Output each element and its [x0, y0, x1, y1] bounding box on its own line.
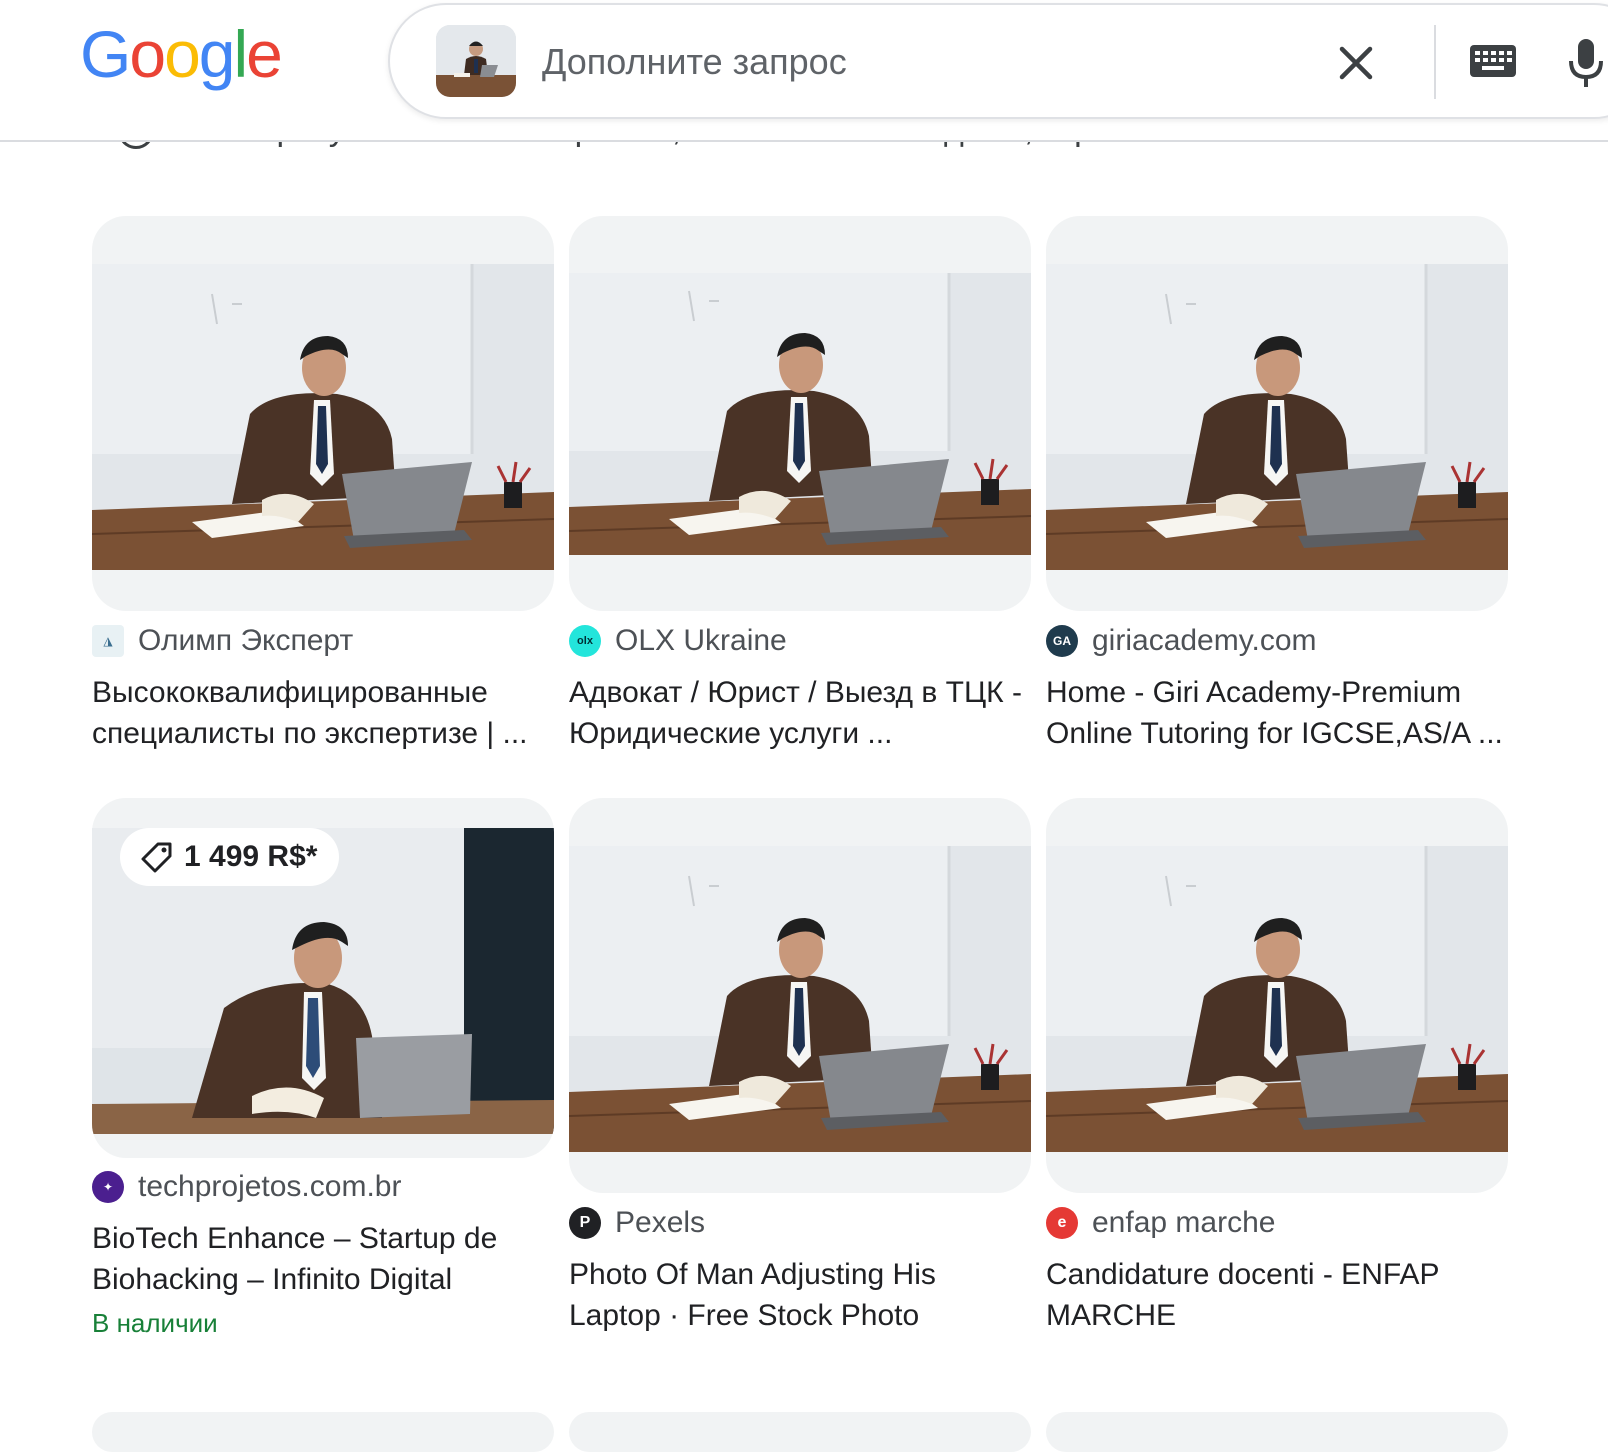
result-title[interactable]: Адвокат / Юрист / Выезд в ТЦК - Юридичес… — [569, 672, 1031, 754]
source-name: Pexels — [615, 1206, 706, 1239]
search-bar[interactable] — [388, 3, 1608, 119]
result-image[interactable] — [1046, 216, 1508, 611]
enfap-logo-icon: e — [1046, 1207, 1078, 1239]
result-card-partial — [92, 1412, 554, 1452]
result-source[interactable]: e enfap marche — [1046, 1206, 1275, 1240]
logo-letter: l — [233, 17, 249, 91]
result-image[interactable] — [569, 798, 1031, 1193]
result-image[interactable]: 1 499 R$* — [92, 798, 554, 1158]
price-tag-icon — [141, 842, 172, 873]
google-logo[interactable]: Google — [80, 14, 283, 94]
result-title[interactable]: BioTech Enhance – Startup de Biohacking … — [92, 1218, 554, 1300]
keyboard-icon[interactable] — [1468, 41, 1518, 81]
result-source[interactable]: ◮ Олимп Эксперт — [92, 624, 353, 658]
logo-letter: e — [246, 17, 283, 91]
logo-letter: g — [198, 17, 236, 91]
result-photo — [569, 846, 1031, 1152]
search-input[interactable] — [540, 37, 1304, 87]
result-image[interactable] — [1046, 798, 1508, 1193]
giri-academy-logo-icon: GA — [1046, 625, 1078, 657]
result-title[interactable]: Home - Giri Academy-Premium Online Tutor… — [1046, 672, 1508, 754]
result-card-partial — [1046, 1412, 1508, 1452]
source-name: giriacademy.com — [1092, 624, 1317, 657]
microphone-icon[interactable] — [1566, 35, 1606, 91]
result-photo — [1046, 264, 1508, 570]
result-image[interactable] — [92, 216, 554, 611]
result-photo — [1046, 846, 1508, 1152]
source-name: OLX Ukraine — [615, 624, 787, 657]
result-title[interactable]: Photo Of Man Adjusting His Laptop · Free… — [569, 1254, 1031, 1336]
logo-letter: o — [129, 17, 166, 91]
stock-status: В наличии — [92, 1308, 218, 1338]
olx-logo-icon: olx — [569, 625, 601, 657]
search-divider — [1434, 25, 1436, 99]
result-source[interactable]: ✦ techprojetos.com.br — [92, 1170, 401, 1204]
query-image-thumbnail[interactable] — [436, 25, 516, 97]
header: Google — [0, 0, 1608, 142]
techprojetos-logo-icon: ✦ — [92, 1171, 124, 1203]
result-source[interactable]: P Pexels — [569, 1206, 705, 1240]
source-name: enfap marche — [1092, 1206, 1276, 1239]
result-source[interactable]: olx OLX Ukraine — [569, 624, 787, 658]
pexels-logo-icon: P — [569, 1207, 601, 1239]
result-title[interactable]: Высококвалифицированные специалисты по э… — [92, 672, 554, 754]
price-text: 1 499 R$* — [184, 840, 318, 873]
result-image[interactable] — [569, 216, 1031, 611]
close-icon[interactable] — [1332, 39, 1380, 87]
source-name: techprojetos.com.br — [138, 1170, 402, 1203]
price-badge: 1 499 R$* — [120, 828, 340, 886]
logo-letter: G — [80, 17, 131, 91]
source-name: Олимп Эксперт — [138, 624, 354, 657]
result-photo — [92, 264, 554, 570]
result-source[interactable]: GA giriacademy.com — [1046, 624, 1317, 658]
result-title[interactable]: Candidature docenti - ENFAP MARCHE — [1046, 1254, 1508, 1336]
olimp-expert-logo-icon: ◮ — [92, 625, 124, 657]
result-photo — [569, 273, 1031, 555]
result-card-partial — [569, 1412, 1031, 1452]
logo-letter: o — [164, 17, 201, 91]
